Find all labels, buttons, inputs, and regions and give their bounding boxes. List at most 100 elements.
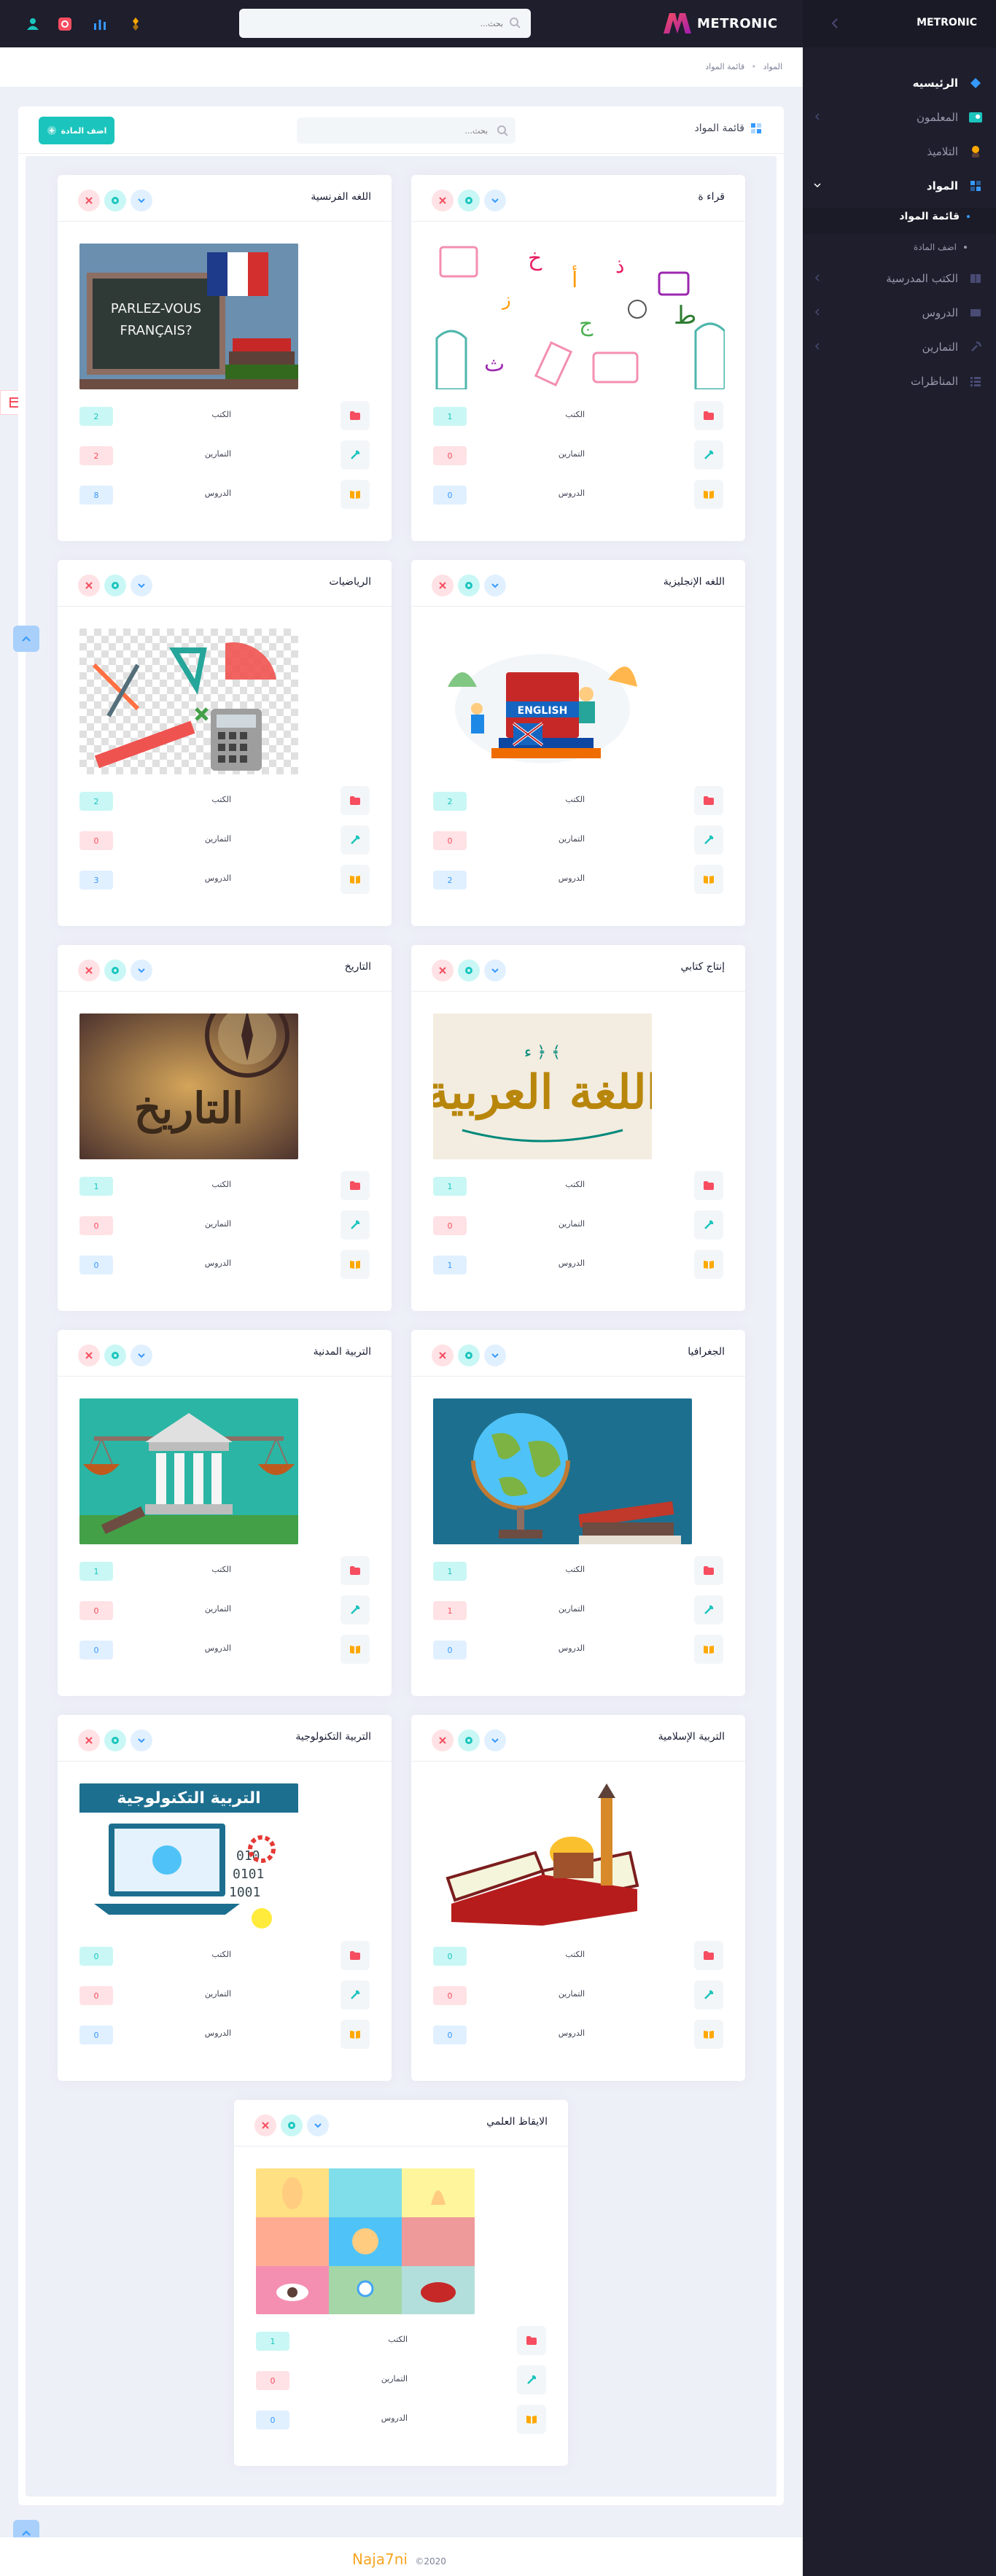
delete-button[interactable] bbox=[432, 1729, 454, 1751]
delete-button[interactable] bbox=[432, 575, 454, 596]
expand-button[interactable] bbox=[131, 1345, 152, 1366]
expand-button[interactable] bbox=[131, 1729, 152, 1751]
tools-icon[interactable] bbox=[694, 1210, 723, 1240]
subject-image[interactable]: التاريخ bbox=[79, 1013, 298, 1159]
tools-icon[interactable] bbox=[694, 1595, 723, 1624]
delete-button[interactable] bbox=[78, 960, 100, 981]
tools-icon[interactable] bbox=[341, 440, 370, 470]
subject-image[interactable] bbox=[433, 1398, 692, 1544]
folder-icon[interactable] bbox=[694, 1941, 723, 1970]
open-book-icon[interactable] bbox=[341, 480, 370, 509]
open-book-icon[interactable] bbox=[341, 1635, 370, 1664]
open-book-icon[interactable] bbox=[694, 865, 723, 894]
settings-button[interactable] bbox=[458, 1729, 480, 1751]
settings-button[interactable] bbox=[458, 190, 480, 211]
delete-button[interactable] bbox=[254, 2114, 276, 2136]
delete-button[interactable] bbox=[432, 960, 454, 981]
tools-icon[interactable] bbox=[517, 2365, 546, 2394]
settings-button[interactable] bbox=[458, 575, 480, 596]
sidebar-subitem-add-subject[interactable]: اضف المادة bbox=[914, 242, 967, 252]
subject-title[interactable]: التاريخ bbox=[345, 961, 371, 973]
settings-button[interactable] bbox=[104, 1345, 126, 1366]
expand-button[interactable] bbox=[484, 575, 506, 596]
folder-icon[interactable] bbox=[341, 1941, 370, 1970]
settings-button[interactable] bbox=[104, 575, 126, 596]
sidebar-item-subjects[interactable]: المواد bbox=[808, 173, 983, 199]
tools-icon[interactable] bbox=[341, 825, 370, 855]
delete-button[interactable] bbox=[432, 1345, 454, 1366]
subject-title[interactable]: الرياضيات bbox=[329, 576, 371, 588]
subject-image[interactable] bbox=[79, 629, 298, 774]
sidebar-item-teachers[interactable]: المعلمون bbox=[808, 104, 983, 131]
subject-image[interactable]: PARLEZ-VOUS FRANÇAIS? bbox=[79, 244, 298, 389]
open-book-icon[interactable] bbox=[341, 1250, 370, 1279]
sidebar-item-textbooks[interactable]: الكتب المدرسية bbox=[808, 265, 983, 292]
subject-title[interactable]: التربية الإسلامية bbox=[658, 1731, 725, 1743]
user-icon[interactable] bbox=[25, 16, 41, 32]
open-book-icon[interactable] bbox=[694, 1635, 723, 1664]
header-search[interactable] bbox=[239, 9, 531, 38]
settings-button[interactable] bbox=[281, 2114, 303, 2136]
folder-icon[interactable] bbox=[694, 786, 723, 815]
expand-button[interactable] bbox=[307, 2114, 329, 2136]
delete-button[interactable] bbox=[432, 190, 454, 211]
open-book-icon[interactable] bbox=[341, 2020, 370, 2049]
expand-button[interactable] bbox=[484, 1729, 506, 1751]
folder-icon[interactable] bbox=[694, 1171, 723, 1200]
open-book-icon[interactable] bbox=[341, 865, 370, 894]
search-icon[interactable] bbox=[497, 125, 508, 136]
subject-title[interactable]: اللغه الفرنسية bbox=[311, 191, 371, 203]
subject-image[interactable]: ENGLISH bbox=[433, 629, 652, 774]
tools-icon[interactable] bbox=[341, 1980, 370, 2009]
settings-button[interactable] bbox=[104, 1729, 126, 1751]
expand-button[interactable] bbox=[484, 190, 506, 211]
breadcrumb-item[interactable]: قائمة المواد bbox=[705, 62, 744, 71]
open-book-icon[interactable] bbox=[694, 1250, 723, 1279]
tools-icon[interactable] bbox=[694, 1980, 723, 2009]
breadcrumb-item[interactable]: المواد bbox=[763, 62, 782, 71]
subject-title[interactable]: اللغه الإنجليزية bbox=[664, 576, 725, 588]
settings-button[interactable] bbox=[458, 960, 480, 981]
folder-icon[interactable] bbox=[341, 1556, 370, 1585]
expand-button[interactable] bbox=[131, 960, 152, 981]
expand-button[interactable] bbox=[484, 960, 506, 981]
subject-image[interactable] bbox=[79, 1398, 298, 1544]
subject-image[interactable]: التربية التكنولوجية 010 0101 1001 bbox=[79, 1783, 298, 1929]
tools-icon[interactable] bbox=[694, 440, 723, 470]
subject-image[interactable]: خ ذ أ ز ج ط ث bbox=[433, 244, 725, 389]
sidebar-item-lessons[interactable]: الدروس bbox=[808, 300, 983, 326]
folder-icon[interactable] bbox=[341, 1171, 370, 1200]
folder-icon[interactable] bbox=[694, 1556, 723, 1585]
settings-button[interactable] bbox=[104, 190, 126, 211]
sidebar-item-debates[interactable]: المناظرات bbox=[808, 368, 983, 394]
sidebar-item-home[interactable]: الرئيسيه bbox=[808, 70, 983, 96]
open-book-icon[interactable] bbox=[517, 2405, 546, 2434]
expand-button[interactable] bbox=[131, 190, 152, 211]
open-book-icon[interactable] bbox=[694, 480, 723, 509]
subject-image[interactable] bbox=[433, 1783, 652, 1929]
subject-title[interactable]: التربية المدنية bbox=[314, 1346, 371, 1358]
sidebar-subitem-subject-list[interactable]: قائمة المواد bbox=[892, 211, 970, 222]
subject-title[interactable]: التربية التكنولوجية bbox=[295, 1731, 371, 1743]
folder-icon[interactable] bbox=[341, 786, 370, 815]
subject-title[interactable]: الايقاظ العلمي bbox=[486, 2116, 548, 2128]
open-book-icon[interactable] bbox=[694, 2020, 723, 2049]
layers-icon[interactable] bbox=[128, 16, 144, 32]
folder-icon[interactable] bbox=[341, 401, 370, 430]
scroll-top-button[interactable] bbox=[13, 626, 39, 652]
camera-icon[interactable] bbox=[57, 16, 73, 32]
expand-button[interactable] bbox=[131, 575, 152, 596]
sidebar-item-students[interactable]: التلاميذ bbox=[808, 139, 983, 165]
footer-brand-name[interactable]: Naja7ni bbox=[352, 2550, 408, 2568]
subject-image[interactable]: اللغة العربية ء ﴿ ﴾ bbox=[433, 1013, 652, 1159]
delete-button[interactable] bbox=[78, 1345, 100, 1366]
settings-button[interactable] bbox=[458, 1345, 480, 1366]
sidebar-item-exercises[interactable]: التمارين bbox=[808, 334, 983, 360]
header-search-input[interactable] bbox=[248, 15, 503, 32]
delete-button[interactable] bbox=[78, 190, 100, 211]
tools-icon[interactable] bbox=[341, 1210, 370, 1240]
settings-button[interactable] bbox=[104, 960, 126, 981]
delete-button[interactable] bbox=[78, 1729, 100, 1751]
delete-button[interactable] bbox=[78, 575, 100, 596]
subject-title[interactable]: الجغرافيا bbox=[688, 1346, 725, 1358]
